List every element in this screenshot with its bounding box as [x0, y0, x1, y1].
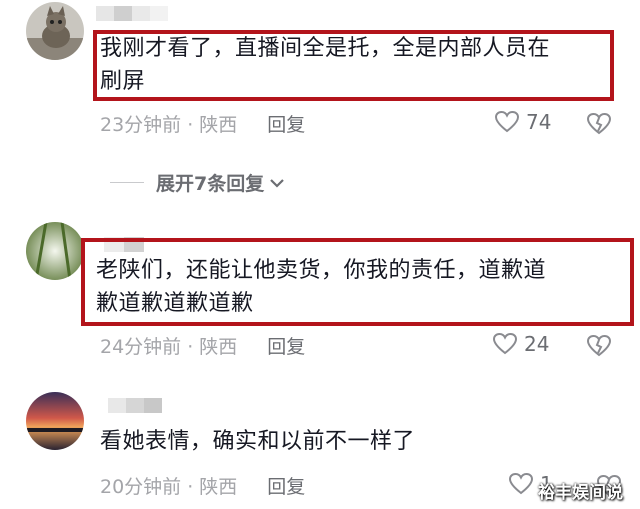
comment-meta: 23分钟前 · 陕西 回复 — [100, 110, 305, 137]
avatar-cat[interactable] — [26, 2, 84, 60]
comment-text-line: 歉道歉道歉道歉 — [96, 291, 254, 316]
comment-text-line: 我刚才看了，直播间全是托，全是内部人员在 — [100, 36, 551, 61]
expand-replies-button[interactable]: 展开7条回复 — [110, 169, 286, 196]
avatar-sunset[interactable] — [26, 392, 84, 450]
like-count: 24 — [524, 332, 550, 356]
username-blurred[interactable] — [96, 6, 168, 21]
time-location: 20分钟前 · 陕西 — [100, 476, 238, 498]
comment-text-line: 老陕们，还能让他卖货，你我的责任，道歉道 — [96, 258, 547, 283]
like-count: 74 — [526, 110, 552, 134]
dislike-button[interactable] — [586, 334, 612, 362]
like-button[interactable]: 24 — [492, 332, 549, 356]
broken-heart-icon — [586, 334, 612, 357]
time-location: 24分钟前 · 陕西 — [100, 336, 238, 358]
comment-text: 看她表情，确实和以前不一样了 — [100, 429, 416, 454]
comment-text: 老陕们，还能让他卖货，你我的责任，道歉道 歉道歉道歉道歉 — [96, 254, 626, 320]
reply-button[interactable]: 回复 — [267, 332, 305, 359]
avatar-bamboo[interactable] — [26, 222, 84, 280]
chevron-down-icon — [270, 178, 285, 188]
like-button[interactable]: 74 — [494, 110, 551, 134]
heart-outline-icon — [494, 110, 520, 133]
username-blurred[interactable] — [108, 398, 162, 413]
heart-outline-icon — [508, 472, 534, 495]
heart-outline-icon — [492, 332, 518, 355]
reply-button[interactable]: 回复 — [267, 472, 305, 499]
broken-heart-icon — [586, 112, 612, 135]
comment-meta: 24分钟前 · 陕西 回复 — [100, 332, 305, 359]
comment-text-line: 刷屏 — [100, 69, 146, 94]
divider-line — [110, 182, 144, 183]
comment-text: 我刚才看了，直播间全是托，全是内部人员在 刷屏 — [100, 32, 610, 98]
comment-meta: 20分钟前 · 陕西 回复 — [100, 472, 305, 499]
dislike-button[interactable] — [586, 112, 612, 140]
reply-button[interactable]: 回复 — [267, 110, 305, 137]
expand-replies-label: 展开7条回复 — [156, 173, 265, 195]
time-location: 23分钟前 · 陕西 — [100, 114, 238, 136]
watermark: 裕丰娱间说 — [538, 483, 623, 503]
